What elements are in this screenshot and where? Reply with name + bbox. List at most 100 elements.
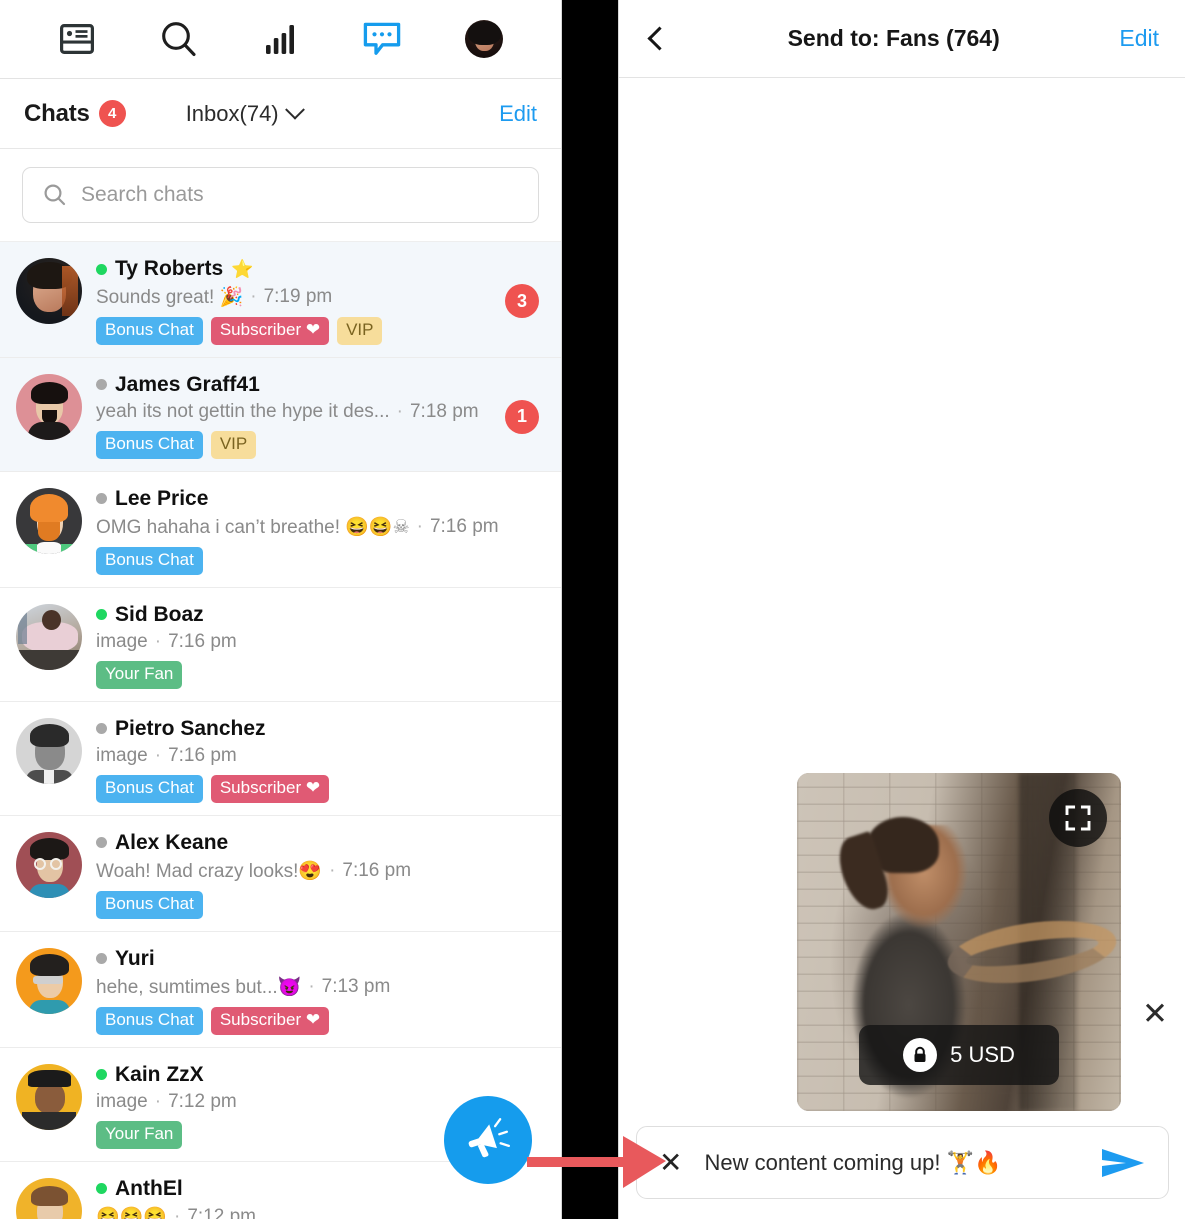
chat-tag-bonus: Bonus Chat — [96, 890, 203, 919]
chat-last-message: hehe, sumtimes but...😈 — [96, 976, 302, 998]
separator-dot: · — [329, 859, 336, 881]
separator-dot: · — [416, 515, 423, 537]
chat-list-item[interactable]: Pietro Sanchez image · 7:16 pm Bonus Chat Sub… — [0, 701, 561, 816]
presence-indicator — [96, 953, 107, 965]
separator-dot: · — [308, 975, 315, 997]
separator-dot: · — [154, 1090, 162, 1112]
chat-last-message: yeah its not gettin the hype it des... — [96, 400, 390, 422]
card-list-icon[interactable] — [49, 15, 105, 63]
search-icon[interactable] — [151, 15, 207, 63]
chat-timestamp: 7:19 pm — [263, 286, 333, 307]
presence-indicator — [96, 723, 107, 735]
unread-count-badge: 3 — [505, 284, 539, 318]
chat-bubble-icon[interactable] — [354, 15, 410, 63]
inbox-dropdown-label: Inbox(74) — [185, 100, 279, 126]
chat-list-item[interactable]: Ty Roberts ⭐ Sounds great! 🎉 · 7:19 pm Bonus … — [0, 242, 561, 358]
chat-timestamp: 7:16 pm — [429, 515, 499, 537]
chat-preview-line: image · 7:16 pm — [96, 631, 545, 653]
chat-meta: James Graff41 yeah its not gettin the hyp… — [96, 372, 545, 459]
chat-name-line: Pietro Sanchez — [96, 717, 545, 741]
expand-media-button[interactable] — [1049, 789, 1107, 847]
separator-dot: · — [154, 630, 162, 652]
chat-last-message: OMG hahaha i can’t breathe! 😆😆☠ — [96, 516, 410, 538]
chat-list[interactable]: Ty Roberts ⭐ Sounds great! 🎉 · 7:19 pm Bonus … — [0, 242, 561, 1219]
message-composer[interactable]: ✕ New content coming up! 🏋️🔥 — [636, 1126, 1169, 1199]
star-icon: ⭐ — [231, 259, 254, 279]
inbox-dropdown[interactable]: Inbox(74) — [185, 99, 305, 127]
chat-user-name: Pietro Sanchez — [115, 716, 266, 740]
mass-message-megaphone-button[interactable] — [444, 1096, 532, 1184]
presence-indicator — [96, 493, 107, 505]
chat-list-item[interactable]: Alex Keane Woah! Mad crazy looks!😍 · 7:16 p… — [0, 815, 561, 932]
chat-preview-line: OMG hahaha i can’t breathe! 😆😆☠ · 7:16 pm — [96, 515, 545, 539]
chat-name-line: Yuri — [96, 947, 545, 971]
profile-avatar[interactable] — [456, 15, 512, 63]
chat-list-item[interactable]: Yuri hehe, sumtimes but...😈 · 7:13 pm Bonus … — [0, 931, 561, 1048]
chat-list-item[interactable]: James Graff41 yeah its not gettin the hyp… — [0, 357, 561, 472]
presence-indicator — [96, 1069, 107, 1081]
chat-tag-bonus: Bonus Chat — [96, 430, 203, 459]
chat-user-name: Sid Boaz — [115, 602, 204, 626]
chat-user-name: AnthEl — [115, 1176, 183, 1200]
edit-recipients-button[interactable]: Edit — [1119, 25, 1163, 52]
chat-avatar — [16, 1063, 82, 1130]
top-navigation-bar — [0, 0, 561, 79]
chat-list-item[interactable]: Sid Boaz image · 7:16 pm Your Fan — [0, 587, 561, 702]
chat-tag-list: Bonus Chat — [96, 890, 545, 919]
chat-tag-sub: Subscriber ❤ — [210, 1006, 330, 1035]
chat-avatar — [16, 373, 82, 440]
unread-count-badge: 1 — [505, 399, 539, 434]
chat-user-name: Ty Roberts — [115, 257, 224, 280]
chat-timestamp: 7:16 pm — [342, 859, 412, 881]
send-button[interactable] — [1100, 1145, 1146, 1181]
separator-dot: · — [250, 286, 257, 307]
chat-tag-fan: Your Fan — [96, 660, 183, 689]
chat-tag-list: Bonus Chat VIP — [96, 430, 545, 459]
presence-indicator — [96, 609, 107, 621]
chat-tag-list: Your Fan — [96, 660, 545, 689]
message-input-value[interactable]: New content coming up! 🏋️🔥 — [704, 1150, 1078, 1176]
chat-last-message: image — [96, 744, 148, 766]
chat-meta: Lee Price OMG hahaha i can’t breathe! 😆😆☠… — [96, 486, 545, 575]
chat-list-item[interactable]: Lee Price OMG hahaha i can’t breathe! 😆😆☠… — [0, 471, 561, 588]
chat-tag-bonus: Bonus Chat — [96, 1006, 203, 1035]
edit-chats-button[interactable]: Edit — [499, 101, 537, 127]
chat-timestamp: 7:16 pm — [168, 630, 237, 652]
chat-last-message: image — [96, 1090, 148, 1112]
chat-preview-line: hehe, sumtimes but...😈 · 7:13 pm — [96, 975, 545, 999]
chat-preview-line: yeah its not gettin the hype it des... · 7… — [96, 401, 545, 423]
chat-avatar — [16, 603, 82, 670]
chat-tag-bonus: Bonus Chat — [96, 317, 203, 345]
attached-media-preview[interactable]: 5 USD — [797, 773, 1121, 1111]
chat-avatar — [16, 831, 82, 898]
chat-tag-bonus: Bonus Chat — [96, 774, 203, 803]
chat-avatar — [16, 487, 82, 554]
chat-tag-vip: VIP — [337, 317, 383, 345]
chats-count-badge: 4 — [98, 100, 126, 127]
search-input[interactable]: Search chats — [22, 167, 539, 223]
separator-dot: · — [396, 400, 403, 422]
clear-message-button[interactable]: ✕ — [659, 1148, 682, 1177]
bar-chart-icon[interactable] — [252, 15, 308, 63]
chat-meta: Alex Keane Woah! Mad crazy looks!😍 · 7:16 p… — [96, 830, 545, 919]
mass-message-panel: Send to: Fans (764) Edit 5 USD ✕ ✕ New c… — [618, 0, 1185, 1219]
search-icon — [44, 184, 66, 206]
chat-last-message: Woah! Mad crazy looks!😍 — [96, 860, 323, 882]
chat-meta: Sid Boaz image · 7:16 pm Your Fan — [96, 602, 545, 689]
presence-indicator — [96, 1183, 107, 1194]
chat-timestamp: 7:13 pm — [321, 975, 391, 997]
chat-avatar — [16, 258, 82, 324]
separator-dot: · — [154, 744, 162, 766]
chat-avatar — [16, 1177, 82, 1219]
chat-tag-list: Bonus Chat Subscriber ❤ VIP — [96, 317, 545, 345]
chat-avatar — [16, 947, 82, 1014]
presence-indicator — [96, 263, 107, 275]
mass-message-header: Send to: Fans (764) Edit — [619, 0, 1185, 78]
chat-user-name: Alex Keane — [115, 830, 229, 854]
chat-preview-line: Woah! Mad crazy looks!😍 · 7:16 pm — [96, 859, 545, 883]
screenshot-stage: Chats 4 Inbox(74) Edit Search chats Ty R… — [0, 0, 1185, 1219]
remove-media-button[interactable]: ✕ — [1142, 998, 1168, 1029]
chat-name-line: Ty Roberts ⭐ — [96, 257, 545, 281]
chat-tag-sub: Subscriber ❤ — [210, 317, 330, 345]
chat-user-name: Lee Price — [115, 486, 209, 510]
